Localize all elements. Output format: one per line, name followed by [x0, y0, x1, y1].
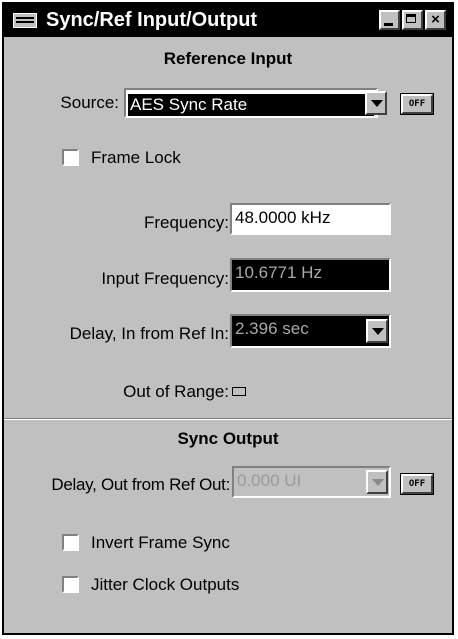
delay-out-dropdown-button: [366, 470, 388, 494]
sync-ref-window: Sync/Ref Input/Output × Reference Input …: [2, 2, 454, 635]
maximize-button[interactable]: [402, 10, 423, 30]
window-menu-icon[interactable]: [13, 13, 37, 28]
sync-output-heading: Sync Output: [177, 429, 279, 448]
sync-output-off-button[interactable]: OFF: [400, 473, 434, 495]
jitter-clock-outputs-checkbox[interactable]: [62, 576, 79, 593]
close-button[interactable]: ×: [425, 10, 446, 30]
delay-out-value: 0.000 UI: [237, 471, 302, 490]
frequency-label: Frequency:: [143, 213, 229, 232]
jitter-clock-outputs-label: Jitter Clock Outputs: [91, 575, 240, 594]
input-frequency-readout: 10.6771 Hz: [230, 258, 391, 292]
reference-input-heading: Reference Input: [163, 49, 293, 68]
source-value: AES Sync Rate: [128, 94, 374, 116]
invert-frame-sync-label: Invert Frame Sync: [91, 533, 230, 552]
delay-in-dropdown-button[interactable]: [366, 319, 388, 343]
minimize-button[interactable]: [379, 10, 400, 30]
window-title: Sync/Ref Input/Output: [46, 9, 258, 31]
frame-lock-checkbox[interactable]: [62, 149, 79, 166]
delay-in-label: Delay, In from Ref In:: [69, 324, 229, 343]
source-label: Source:: [60, 93, 119, 112]
input-frequency-label: Input Frequency:: [101, 269, 229, 288]
out-of-range-label: Out of Range:: [123, 382, 229, 401]
delay-in-value: 2.396 sec: [235, 319, 309, 338]
source-off-button[interactable]: OFF: [400, 93, 434, 115]
section-divider: [4, 418, 452, 420]
frequency-input[interactable]: 48.0000 kHz: [230, 203, 391, 235]
source-dropdown-button[interactable]: [365, 91, 387, 115]
invert-frame-sync-checkbox[interactable]: [62, 534, 79, 551]
frame-lock-label: Frame Lock: [91, 148, 181, 167]
title-bar[interactable]: Sync/Ref Input/Output ×: [4, 4, 452, 37]
out-of-range-indicator: [232, 387, 246, 396]
source-dropdown[interactable]: AES Sync Rate: [124, 88, 378, 118]
delay-out-label: Delay, Out from Ref Out:: [51, 475, 230, 494]
